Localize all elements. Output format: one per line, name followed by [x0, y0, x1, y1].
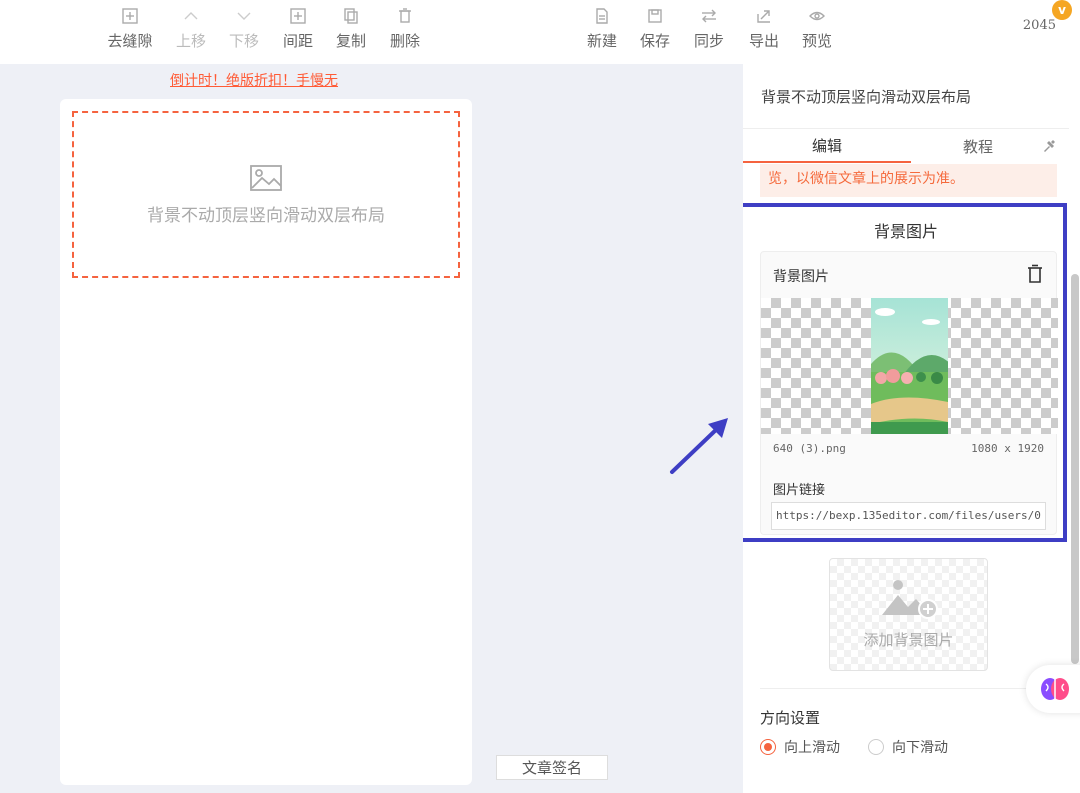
section-divider — [760, 688, 1057, 689]
panel-title: 背景不动顶层竖向滑动双层布局 — [761, 88, 972, 106]
save-label: 保存 — [639, 32, 670, 50]
image-preview[interactable] — [761, 298, 1058, 434]
delete-button[interactable]: 删除 — [377, 6, 433, 56]
copy-button[interactable]: 复制 — [323, 6, 379, 56]
copy-label: 复制 — [335, 32, 366, 50]
ai-assistant-button[interactable] — [1026, 665, 1080, 713]
tools-icon — [1044, 140, 1055, 152]
move-down-button[interactable]: 下移 — [216, 6, 272, 56]
export-label: 导出 — [748, 32, 779, 50]
vip-indicator[interactable]: v 2045 — [1022, 0, 1072, 40]
move-down-label: 下移 — [228, 32, 259, 50]
sync-label: 同步 — [693, 32, 724, 50]
save-button[interactable]: 保存 — [627, 6, 683, 56]
trash-icon — [395, 6, 415, 26]
add-image-icon — [882, 580, 938, 619]
promo-link[interactable]: 倒计时！绝版折扣！手慢无 — [170, 70, 338, 90]
image-dimensions: 1080 x 1920 — [971, 442, 1044, 455]
sync-button[interactable]: 同步 — [681, 6, 737, 56]
annotation-arrow-icon — [670, 418, 728, 474]
radio-slide-up-label: 向上滑动 — [784, 740, 840, 756]
radio-dot — [760, 739, 776, 755]
layout-block[interactable]: 背景不动顶层竖向滑动双层布局 — [72, 111, 460, 278]
new-label: 新建 — [586, 32, 617, 50]
panel-scrollbar[interactable] — [1071, 274, 1079, 664]
spacing-label: 间距 — [282, 32, 313, 50]
layout-block-label: 背景不动顶层竖向滑动双层布局 — [147, 206, 385, 226]
notice-banner: 览，以微信文章上的展示为准。 — [760, 164, 1057, 197]
tab-edit[interactable]: 编辑 — [743, 129, 911, 163]
remove-gap-label: 去缝隙 — [107, 32, 153, 50]
vip-badge: v — [1052, 0, 1072, 20]
export-button[interactable]: 导出 — [736, 6, 792, 56]
card-title: 背景图片 — [773, 269, 829, 285]
move-up-label: 上移 — [175, 32, 206, 50]
radio-slide-up[interactable]: 向上滑动 — [760, 737, 840, 757]
delete-image-button[interactable] — [1026, 264, 1044, 284]
vip-count: 2045 — [1022, 18, 1056, 33]
radio-dot — [868, 739, 884, 755]
background-thumbnail — [871, 298, 948, 434]
trash-icon — [1028, 264, 1042, 283]
chevron-up-icon — [181, 6, 201, 26]
image-link-input[interactable]: https://bexp.135editor.com/files/users/0 — [771, 502, 1046, 530]
direction-title: 方向设置 — [760, 709, 821, 727]
preview-button[interactable]: 预览 — [789, 6, 845, 56]
add-background-label: 添加背景图片 — [863, 631, 954, 649]
chevron-down-icon — [234, 6, 254, 26]
image-link-label: 图片链接 — [773, 483, 826, 498]
remove-gap-button[interactable]: 去缝隙 — [102, 6, 158, 56]
new-button[interactable]: 新建 — [574, 6, 630, 56]
background-image-card: 背景图片 640 (3).png 1080 x 1920 图片链接 https:… — [760, 251, 1058, 535]
editor-canvas: 背景不动顶层竖向滑动双层布局 — [60, 99, 472, 785]
radio-slide-down[interactable]: 向下滑动 — [868, 737, 948, 757]
panel-tabs: 编辑 教程 — [743, 128, 1069, 164]
image-file-name: 640 (3).png — [773, 442, 846, 455]
document-icon — [592, 6, 612, 26]
brain-icon — [1041, 678, 1069, 700]
export-icon — [754, 6, 774, 26]
section-title-background: 背景图片 — [873, 222, 938, 241]
sync-icon — [699, 6, 719, 26]
tab-tutorial[interactable]: 教程 — [923, 129, 1033, 163]
image-placeholder-icon — [250, 165, 282, 191]
move-up-button[interactable]: 上移 — [163, 6, 219, 56]
spacing-button[interactable]: 间距 — [270, 6, 326, 56]
eye-icon — [807, 6, 827, 26]
plus-square-icon — [120, 6, 140, 26]
save-icon — [645, 6, 665, 26]
article-signature-button[interactable]: 文章签名 — [496, 755, 608, 780]
preview-label: 预览 — [801, 32, 832, 50]
radio-slide-down-label: 向下滑动 — [892, 740, 948, 756]
delete-label: 删除 — [389, 32, 420, 50]
plus-square-icon — [288, 6, 308, 26]
top-toolbar: 去缝隙 上移 下移 间距 复制 删除 新建 保存 同步 导出 预览 v 2045 — [0, 0, 1080, 64]
tools-tab[interactable] — [1039, 129, 1059, 163]
copy-icon — [341, 6, 361, 26]
add-background-image-button[interactable]: 添加背景图片 — [829, 558, 988, 671]
